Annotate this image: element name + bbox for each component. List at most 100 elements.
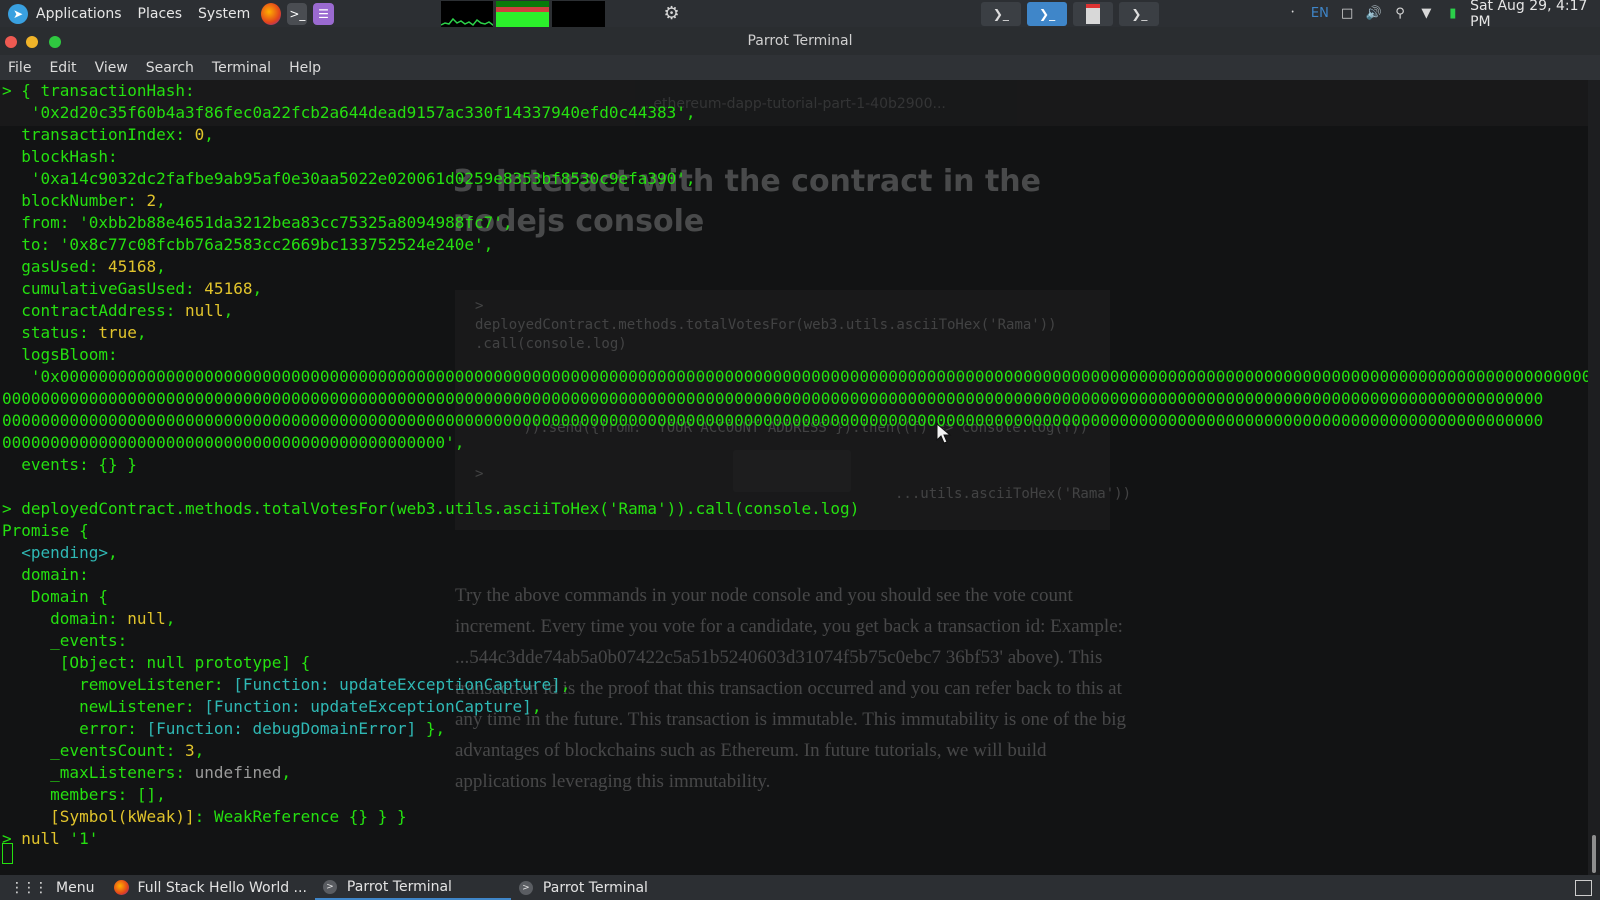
show-desktop-icon[interactable] <box>1575 880 1592 896</box>
parrot-logo-icon: ➤ <box>8 3 28 24</box>
terminal-text-segment: , <box>165 609 176 628</box>
terminal-text-segment: , <box>223 301 234 320</box>
menu-edit[interactable]: Edit <box>41 60 86 76</box>
terminal-text-segment: _maxListeners: <box>2 763 195 782</box>
firefox-icon[interactable] <box>261 2 282 25</box>
terminal-text-segment: [Function: updateExceptionCapture] <box>233 675 561 694</box>
network-monitor-graph <box>552 0 606 27</box>
terminal-line: _maxListeners: undefined, <box>2 762 1588 784</box>
terminal-text-segment: 0000000000000000000000000000000000000000… <box>2 433 465 452</box>
menu-view[interactable]: View <box>87 60 138 76</box>
window-titlebar[interactable]: Parrot Terminal <box>0 27 1600 55</box>
taskbar-terminal-2[interactable]: ❯_ <box>1026 1 1068 26</box>
terminal-output-area[interactable]: ...ethereum-dapp-tutorial-part-1-40b2900… <box>0 80 1588 875</box>
terminal-text-segment: , <box>252 279 263 298</box>
terminal-line: > null '1' <box>2 828 1588 850</box>
wifi-icon[interactable]: ▼ <box>1418 5 1434 23</box>
terminal-line: '0x2d20c35f60b4a3f86fec0a22fcb2a644dead9… <box>2 102 1588 124</box>
memory-top-band <box>496 6 550 12</box>
terminal-line: blockHash: <box>2 146 1588 168</box>
display-icon[interactable]: □ <box>1339 5 1355 23</box>
terminal-text-segment: , <box>194 741 205 760</box>
terminal-line: blockNumber: 2, <box>2 190 1588 212</box>
battery-icon[interactable]: ▮ <box>1445 5 1461 23</box>
system-menu[interactable]: System <box>190 0 258 27</box>
terminal-line: [Symbol(kWeak)]: WeakReference {} } } <box>2 806 1588 828</box>
terminal-text-segment: _eventsCount: <box>2 741 186 760</box>
bottom-taskbar: ⋮⋮⋮ Menu Full Stack Hello World ... > Pa… <box>0 875 1600 900</box>
taskbar-window-terminal[interactable]: > Parrot Terminal <box>511 875 656 900</box>
terminal-menubar: File Edit View Search Terminal Help <box>0 55 1600 80</box>
menu-button[interactable]: ⋮⋮⋮ Menu <box>0 875 102 900</box>
terminal-text-segment: 45168 <box>204 279 253 298</box>
taskbar-terminal-3[interactable]: ❯_ <box>1119 1 1160 26</box>
terminal-text-segment: , <box>204 125 214 144</box>
terminal-text-segment: gasUsed: <box>2 257 108 276</box>
terminal-line: from: '0xbb2b88e4651da3212bea83cc75325a8… <box>2 212 1588 234</box>
firefox-icon <box>114 880 130 895</box>
terminal-text-segment: events: {} } <box>2 455 137 474</box>
places-menu[interactable]: Places <box>130 0 191 27</box>
terminal-text-segment: [Symbol(kWeak)] <box>50 807 195 826</box>
terminal-text-segment: , <box>281 763 291 782</box>
keyboard-layout-indicator[interactable]: EN <box>1311 5 1329 23</box>
terminal-line: 0000000000000000000000000000000000000000… <box>2 410 1588 432</box>
terminal-launcher-icon[interactable]: >_ <box>287 2 308 25</box>
terminal-text-segment: newListener: <box>2 697 205 716</box>
location-icon[interactable]: ⚲ <box>1392 5 1408 23</box>
text-editor-icon[interactable]: ☰ <box>313 2 334 25</box>
applications-menu[interactable]: ➤ Applications <box>8 0 130 27</box>
terminal-text-segment: , <box>107 543 118 562</box>
terminal-line: events: {} } <box>2 454 1588 476</box>
terminal-line: Promise { <box>2 520 1588 542</box>
terminal-line: <pending>, <box>2 542 1588 564</box>
clock[interactable]: Sat Aug 29, 4:17 PM <box>1470 0 1600 30</box>
taskbar-terminal-1[interactable]: ❯_ <box>980 1 1021 26</box>
terminal-text-segment: <pending> <box>21 543 108 562</box>
applications-label: Applications <box>36 5 122 22</box>
terminal-text-segment: , <box>560 675 571 694</box>
terminal-line: members: [], <box>2 784 1588 806</box>
terminal-text-segment: > deployedContract.methods.totalVotesFor… <box>2 499 860 518</box>
volume-icon[interactable]: 🔊 <box>1365 5 1381 23</box>
taskbar-window-terminal-active[interactable]: > Parrot Terminal <box>314 875 511 900</box>
terminal-text-segment: Promise { <box>2 521 89 540</box>
terminal-line: [Object: null prototype] { <box>2 652 1588 674</box>
apps-grid-icon: ⋮⋮⋮ <box>10 879 48 896</box>
terminal-text-segment: 2 <box>146 191 157 210</box>
terminal-line: _eventsCount: 3, <box>2 740 1588 762</box>
terminal-text: > { transactionHash: '0x2d20c35f60b4a3f8… <box>2 80 1588 850</box>
taskbar-window-label: Parrot Terminal <box>346 878 452 895</box>
terminal-text-segment: '0x2d20c35f60b4a3f86fec0a22fcb2a644dead9… <box>2 103 696 122</box>
terminal-text-segment: to: '0x8c77c08fcbb76a2583cc2669bc1337525… <box>2 235 494 254</box>
terminal-text-segment: domain: <box>2 565 89 584</box>
terminal-scrollbar[interactable] <box>1588 80 1600 875</box>
mouse-pointer-icon <box>936 423 952 444</box>
terminal-text-segment: members: [], <box>2 785 166 804</box>
terminal-cursor <box>2 843 13 864</box>
menu-search[interactable]: Search <box>138 60 204 76</box>
terminal-text-segment: [Object: null prototype] { <box>2 653 311 672</box>
scrollbar-thumb[interactable] <box>1592 835 1596 873</box>
terminal-text-segment: , <box>156 191 166 210</box>
terminal-text-segment: > { transactionHash: <box>2 81 195 100</box>
menu-file[interactable]: File <box>0 60 41 76</box>
terminal-icon: > <box>518 880 533 895</box>
terminal-line: transactionIndex: 0, <box>2 124 1588 146</box>
terminal-text-segment: , <box>136 323 147 342</box>
terminal-text-segment: contractAddress: <box>2 301 186 320</box>
terminal-line: logsBloom: <box>2 344 1588 366</box>
terminal-line: newListener: [Function: updateExceptionC… <box>2 696 1588 718</box>
terminal-text-segment: from: '0xbb2b88e4651da3212bea83cc75325a8… <box>2 213 513 232</box>
terminal-text-segment: [Function: updateExceptionCapture] <box>204 697 532 716</box>
terminal-text-segment: 0 <box>194 125 205 144</box>
taskbar-window-firefox[interactable]: Full Stack Hello World ... <box>106 875 314 900</box>
settings-gear-icon[interactable]: ⚙ <box>663 3 680 24</box>
taskbar-pdf-viewer[interactable] <box>1073 1 1114 26</box>
menu-terminal[interactable]: Terminal <box>204 60 281 76</box>
menu-help[interactable]: Help <box>281 60 331 76</box>
terminal-text-segment: 0000000000000000000000000000000000000000… <box>2 411 1544 430</box>
terminal-text-segment: cumulativeGasUsed: <box>2 279 205 298</box>
bluetooth-icon[interactable]: ᛫ <box>1284 5 1300 23</box>
top-panel: ➤ Applications Places System >_ ☰ ⚙ ❯_ ❯… <box>0 0 1600 30</box>
